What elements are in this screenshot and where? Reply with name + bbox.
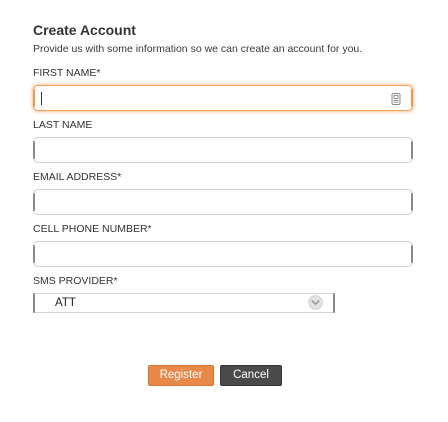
sms-provider-label: SMS PROVIDER* <box>33 275 118 287</box>
input-right-edge <box>411 141 413 159</box>
sms-provider-select[interactable]: ATT <box>33 293 335 313</box>
email-address-label: EMAIL ADDRESS* <box>33 171 122 183</box>
cell-phone-label: CELL PHONE NUMBER* <box>33 223 152 235</box>
input-right-edge <box>411 89 413 107</box>
select-right-edge <box>333 293 335 313</box>
cancel-button[interactable]: Cancel <box>220 365 282 386</box>
input-right-edge <box>411 245 413 263</box>
register-button[interactable]: Register <box>148 365 214 386</box>
input-left-edge <box>33 193 35 211</box>
create-account-form: Create Account Provide us with some info… <box>0 0 448 422</box>
input-right-edge <box>411 193 413 211</box>
form-subtitle: Provide us with some information so we c… <box>33 43 363 55</box>
input-left-edge <box>33 89 35 107</box>
first-name-input[interactable] <box>33 85 413 111</box>
form-title: Create Account <box>33 22 136 38</box>
input-left-edge <box>33 141 35 159</box>
select-frame <box>35 293 333 313</box>
autofill-icon[interactable] <box>391 92 401 105</box>
last-name-label: LAST NAME <box>33 119 93 131</box>
first-name-label: FIRST NAME* <box>33 67 101 79</box>
chevron-down-icon[interactable] <box>308 295 323 310</box>
input-left-edge <box>33 245 35 263</box>
text-caret <box>41 92 42 105</box>
last-name-input[interactable] <box>33 137 413 163</box>
sms-provider-value: ATT <box>55 297 76 309</box>
email-address-input[interactable] <box>33 189 413 215</box>
form-actions: Register Cancel <box>148 365 282 386</box>
cell-phone-input[interactable] <box>33 241 413 267</box>
